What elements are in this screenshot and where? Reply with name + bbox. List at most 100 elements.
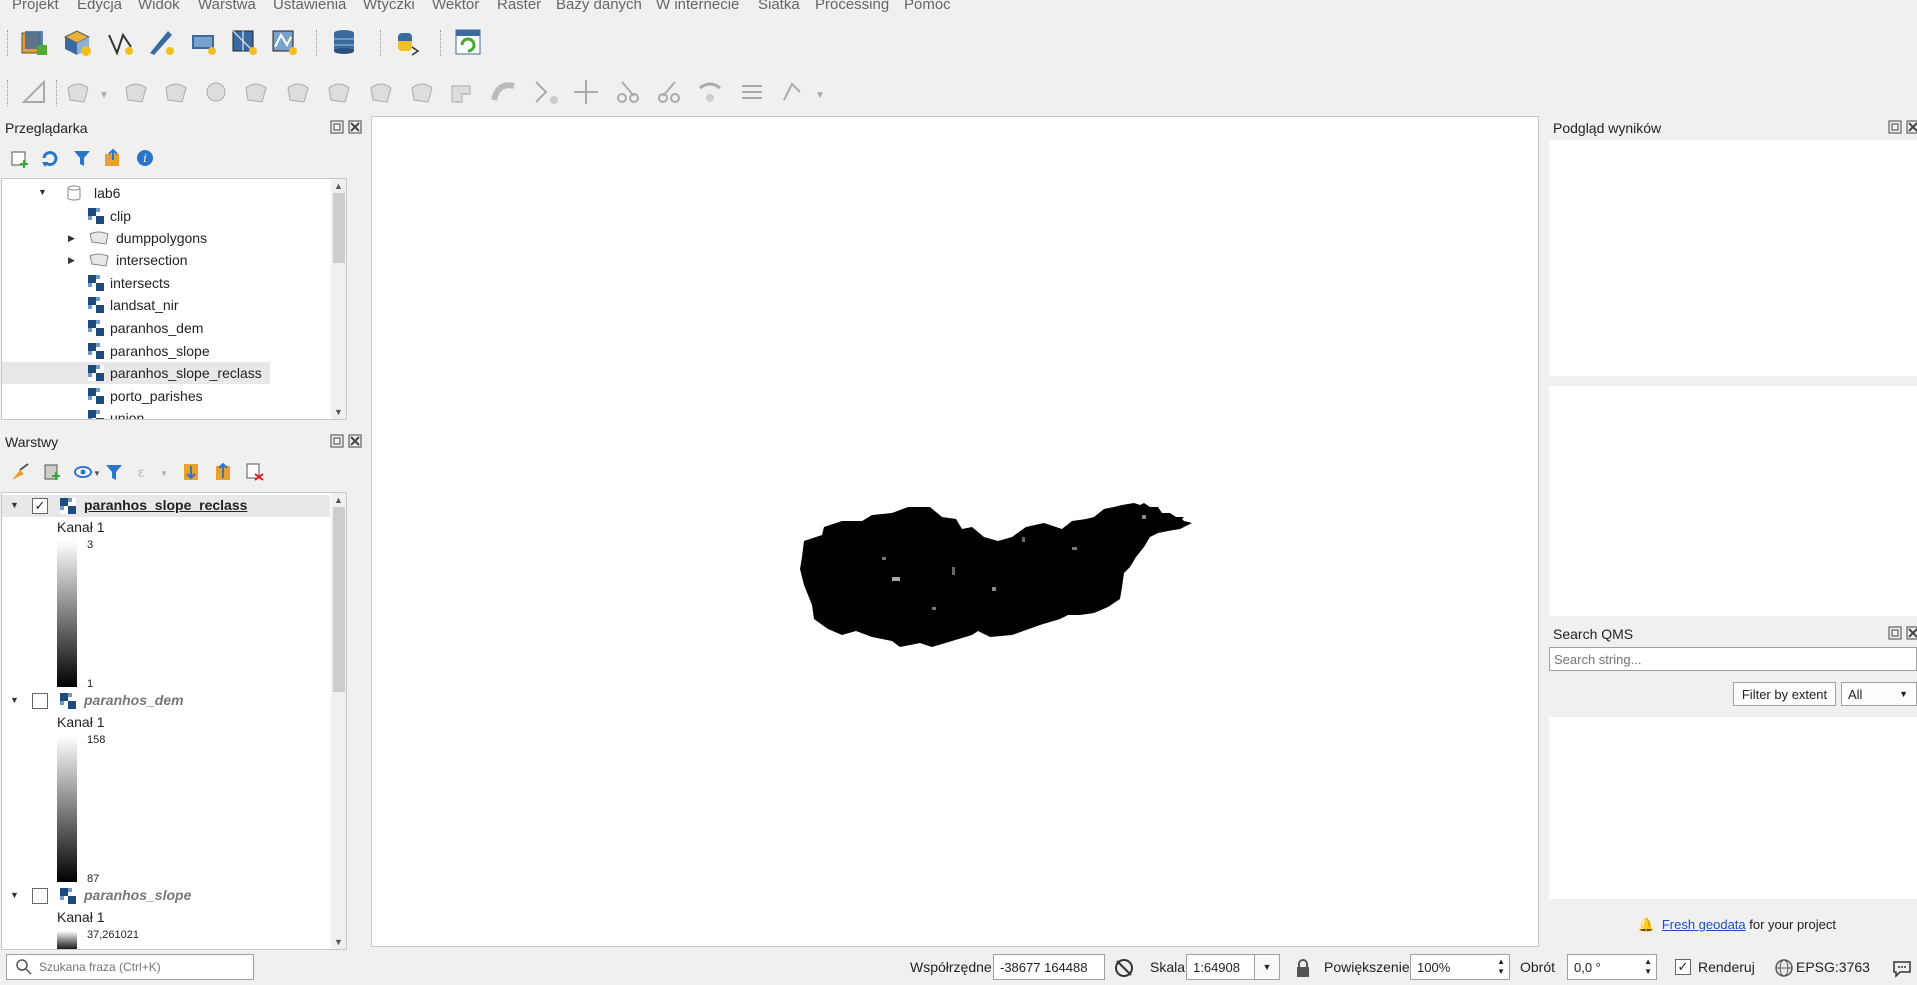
crs-label[interactable]: EPSG:3763	[1796, 959, 1870, 975]
filter-by-expression-icon[interactable]: ε ▼	[136, 462, 170, 485]
copy-features-icon[interactable]	[282, 76, 314, 108]
undo-icon[interactable]	[365, 76, 397, 108]
layer-name[interactable]: paranhos_dem	[84, 692, 184, 708]
list-item[interactable]: intersects	[88, 272, 170, 294]
list-item[interactable]: ▼ lab6	[38, 182, 120, 204]
coords-field[interactable]: -38677 164488	[993, 954, 1105, 980]
menu-ustawienia[interactable]: Ustawienia	[273, 0, 346, 13]
open-data-source-manager-icon[interactable]	[18, 26, 50, 58]
filter-browser-icon[interactable]	[72, 148, 92, 171]
filter-legend-icon[interactable]	[104, 462, 124, 485]
layer-styling-icon[interactable]	[10, 462, 30, 485]
float-panel-icon[interactable]	[1888, 626, 1902, 643]
menu-pomoc[interactable]: Pomoc	[904, 0, 951, 13]
float-panel-icon[interactable]	[1888, 120, 1902, 137]
add-selected-layers-icon[interactable]	[10, 148, 30, 171]
render-checkbox[interactable]: ✓	[1675, 959, 1691, 975]
menu-projekt[interactable]: Projekt	[12, 0, 59, 13]
refresh-plugins-icon[interactable]	[452, 26, 484, 58]
rotate-point-symbols-icon[interactable]	[776, 76, 808, 108]
move-vertex-icon[interactable]	[530, 76, 562, 108]
filter-by-extent-button[interactable]: Filter by extent	[1733, 682, 1836, 706]
expand-arrow-icon[interactable]: ▼	[38, 187, 47, 197]
menu-warstwa[interactable]: Warstwa	[198, 0, 256, 13]
cut-features-icon[interactable]	[240, 76, 272, 108]
remove-layer-icon[interactable]	[245, 462, 265, 485]
qms-search-input[interactable]	[1549, 647, 1917, 671]
menu-wtyczki[interactable]: Wtyczki	[363, 0, 415, 13]
refresh-icon[interactable]	[40, 148, 60, 171]
python-console-icon[interactable]	[389, 26, 421, 58]
qms-type-select[interactable]: All ▼	[1841, 682, 1917, 706]
crs-globe-icon[interactable]	[1774, 958, 1794, 981]
snapping-icon[interactable]	[570, 76, 602, 108]
new-virtual-layer-icon[interactable]	[187, 26, 219, 58]
close-panel-icon[interactable]	[348, 120, 362, 137]
delete-selected-icon[interactable]	[200, 76, 232, 108]
scale-field[interactable]: 1:64908 ▼	[1186, 954, 1280, 980]
new-mesh-layer-icon[interactable]	[228, 26, 260, 58]
collapsed-arrow-icon[interactable]: ▶	[68, 255, 88, 266]
scroll-thumb[interactable]	[333, 193, 345, 263]
locator-input[interactable]	[39, 960, 239, 974]
menu-raster[interactable]: Raster	[497, 0, 541, 13]
menu-w-internecie[interactable]: W internecie	[656, 0, 739, 13]
scroll-up-icon[interactable]: ▲	[334, 181, 343, 191]
new-vector-tile-icon[interactable]	[268, 26, 300, 58]
toggle-extents-icon[interactable]	[1113, 957, 1135, 982]
rotate-label-icon[interactable]	[736, 76, 768, 108]
messages-icon[interactable]	[1892, 958, 1912, 981]
collapse-arrow-icon[interactable]: ▼	[10, 890, 19, 900]
rotation-field[interactable]: 0,0 ° ▲ ▼	[1567, 954, 1657, 980]
list-item[interactable]: clip	[88, 205, 131, 227]
offset-curve-icon[interactable]	[488, 76, 520, 108]
split-features-icon[interactable]	[612, 76, 644, 108]
paste-features-icon[interactable]	[323, 76, 355, 108]
scroll-down-icon[interactable]: ▼	[334, 407, 343, 417]
list-item-selected[interactable]: paranhos_slope_reclass	[88, 362, 262, 384]
menu-siatka[interactable]: Siatka	[758, 0, 800, 13]
list-item[interactable]: ▶ intersection	[68, 249, 188, 271]
chevron-down-icon[interactable]: ▼	[1254, 954, 1280, 980]
list-item[interactable]: paranhos_slope	[88, 340, 210, 362]
layer-visibility-checkbox[interactable]	[32, 693, 48, 709]
spinner-icon[interactable]: ▲ ▼	[1644, 957, 1652, 977]
new-temporary-layer-icon[interactable]	[145, 26, 177, 58]
collapse-all-icon[interactable]	[214, 462, 234, 485]
map-canvas[interactable]	[371, 116, 1539, 947]
split-parts-icon[interactable]	[653, 76, 685, 108]
close-panel-icon[interactable]	[1906, 626, 1917, 643]
layers-scrollbar[interactable]: ▲ ▼	[331, 493, 346, 949]
layer-visibility-checkbox[interactable]: ✓	[32, 498, 48, 514]
list-item[interactable]: porto_parishes	[88, 385, 203, 407]
add-feature-icon[interactable]	[62, 76, 94, 108]
toggle-editing-icon[interactable]	[18, 76, 50, 108]
properties-info-icon[interactable]: i	[135, 148, 155, 171]
close-panel-icon[interactable]	[348, 434, 362, 451]
collapsed-arrow-icon[interactable]: ▶	[68, 233, 88, 244]
list-item[interactable]: union	[88, 407, 144, 419]
locator-search[interactable]	[6, 954, 254, 980]
scroll-down-icon[interactable]: ▼	[334, 937, 343, 947]
menu-wektor[interactable]: Wektor	[432, 0, 479, 13]
merge-features-icon[interactable]	[694, 76, 726, 108]
add-group-icon[interactable]	[42, 462, 62, 485]
db-manager-icon[interactable]	[328, 26, 360, 58]
redo-icon[interactable]	[406, 76, 438, 108]
layer-name[interactable]: paranhos_slope	[84, 887, 191, 903]
browser-scrollbar[interactable]: ▲ ▼	[331, 179, 346, 419]
rotate-dropdown-icon[interactable]: ▼	[815, 90, 825, 101]
fresh-geodata-link[interactable]: Fresh geodata	[1662, 917, 1746, 932]
menu-widok[interactable]: Widok	[138, 0, 180, 13]
spinner-icon[interactable]: ▲ ▼	[1497, 957, 1505, 977]
collapse-all-icon[interactable]	[103, 148, 123, 171]
list-item[interactable]: ▶ dumppolygons	[68, 227, 207, 249]
manage-visibility-icon[interactable]: ▼	[73, 462, 101, 485]
layer-visibility-checkbox[interactable]	[32, 888, 48, 904]
scroll-thumb[interactable]	[333, 507, 345, 692]
close-panel-icon[interactable]	[1906, 120, 1917, 137]
collapse-arrow-icon[interactable]: ▼	[10, 500, 19, 510]
float-panel-icon[interactable]	[330, 120, 344, 137]
scroll-up-icon[interactable]: ▲	[334, 495, 343, 505]
menu-edycja[interactable]: Edycja	[77, 0, 122, 13]
